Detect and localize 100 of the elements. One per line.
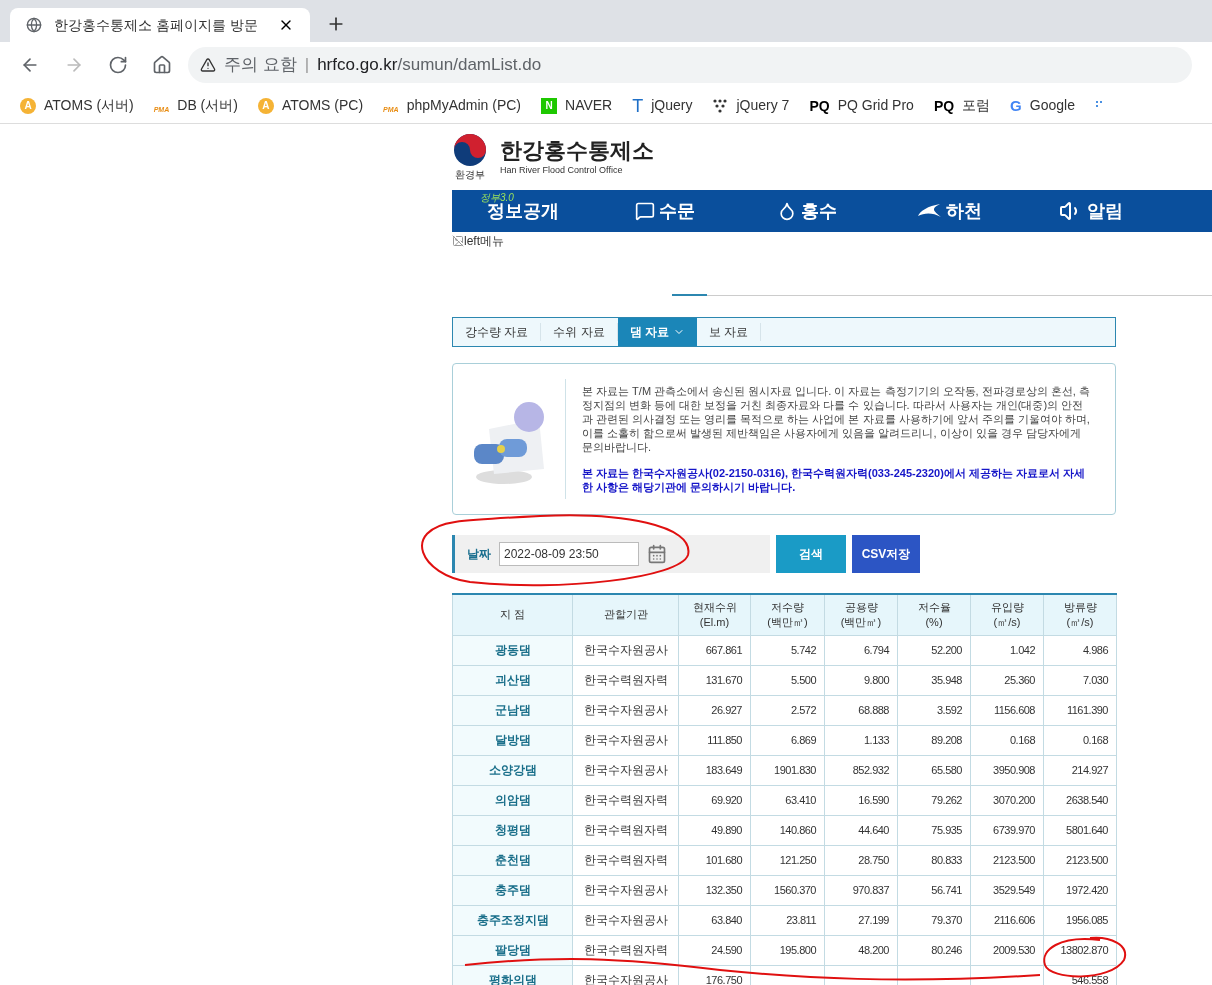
site-title[interactable]: 한강홍수통제소 bbox=[500, 136, 654, 164]
table-cell: 0.168 bbox=[970, 725, 1044, 755]
column-header: 저수량 (백만㎥) bbox=[750, 594, 825, 635]
table-cell: 140.860 bbox=[750, 815, 825, 845]
table-cell: 121.250 bbox=[750, 845, 825, 875]
bookmark-label[interactable]: phpMyAdmin (PC) bbox=[406, 95, 522, 116]
column-header: 방류량 (㎥/s) bbox=[1043, 594, 1117, 635]
dam-name-cell: 달방댐 bbox=[452, 725, 573, 755]
dam-name-cell: 괴산댐 bbox=[452, 665, 573, 695]
globe-icon bbox=[26, 17, 42, 33]
broken-image: left메뉴 bbox=[452, 234, 1212, 248]
table-cell: 26.927 bbox=[678, 695, 751, 725]
table-cell: 1161.390 bbox=[1043, 695, 1117, 725]
address-bar[interactable]: 주의 요함 | hrfco.go.kr/sumun/damList.do bbox=[188, 47, 1192, 83]
table-cell: 214.927 bbox=[1043, 755, 1117, 785]
home-icon[interactable] bbox=[152, 55, 172, 75]
table-cell: 56.741 bbox=[897, 875, 971, 905]
table-cell: 6.794 bbox=[824, 635, 898, 665]
table-cell: 44.640 bbox=[824, 815, 898, 845]
nav-item[interactable]: 하천 bbox=[878, 197, 1020, 225]
csv-button[interactable]: CSV저장 bbox=[852, 535, 920, 573]
table-cell: 한국수력원자력 bbox=[572, 785, 679, 815]
table-cell: 한국수자원공사 bbox=[572, 695, 679, 725]
table-cell: 6.869 bbox=[750, 725, 825, 755]
table-cell: 한국수력원자력 bbox=[572, 935, 679, 965]
table-cell: 69.920 bbox=[678, 785, 751, 815]
bookmark-label[interactable]: Google bbox=[1029, 95, 1075, 116]
table-cell: 23.811 bbox=[750, 905, 825, 935]
bookmark-label[interactable]: DB (서버) bbox=[177, 95, 238, 116]
warning-icon bbox=[200, 57, 216, 73]
table-cell: 63.410 bbox=[750, 785, 825, 815]
sub-tab[interactable]: 보 자료 bbox=[697, 323, 762, 341]
date-field[interactable]: 2022-08-09 23:50 bbox=[499, 542, 639, 566]
bookmark-icon: PQ bbox=[809, 98, 830, 113]
table-cell: 4.986 bbox=[1043, 635, 1117, 665]
table-cell: 3.592 bbox=[897, 695, 971, 725]
table-cell: 2123.500 bbox=[970, 845, 1044, 875]
column-header: 지 점 bbox=[452, 594, 573, 635]
table-cell: 63.840 bbox=[678, 905, 751, 935]
dam-name-cell: 춘천댐 bbox=[452, 845, 573, 875]
table-cell: 35.948 bbox=[897, 665, 971, 695]
table-cell: 5.742 bbox=[750, 635, 825, 665]
table-cell: 79.262 bbox=[897, 785, 971, 815]
browser-tab[interactable]: 한강홍수통제소 홈페이지를 방문 bbox=[10, 8, 310, 42]
tab-title: 한강홍수통제소 홈페이지를 방문 bbox=[54, 15, 259, 35]
bookmark-label[interactable]: jQuery bbox=[651, 95, 693, 116]
table-cell: 2116.606 bbox=[970, 905, 1044, 935]
table-cell: 1901.830 bbox=[750, 755, 825, 785]
table-cell: 2638.540 bbox=[1043, 785, 1117, 815]
column-header: 관할기관 bbox=[572, 594, 679, 635]
bookmark-label[interactable]: NAVER bbox=[565, 95, 613, 116]
table-cell: 101.680 bbox=[678, 845, 751, 875]
table-cell: 한국수력원자력 bbox=[572, 845, 679, 875]
dam-name-cell: 충주조정지댐 bbox=[452, 905, 573, 935]
table-cell: 1.042 bbox=[970, 635, 1044, 665]
dam-name-cell: 광동댐 bbox=[452, 635, 573, 665]
table-cell: 970.837 bbox=[824, 875, 898, 905]
column-header: 현재수위 (El.m) bbox=[678, 594, 751, 635]
table-cell: 852.932 bbox=[824, 755, 898, 785]
date-label: 날짜 bbox=[467, 546, 491, 563]
table-cell: 111.850 bbox=[678, 725, 751, 755]
column-header: 유입량 (㎥/s) bbox=[970, 594, 1044, 635]
bookmark-icon: A bbox=[257, 97, 274, 114]
table-cell: 80.833 bbox=[897, 845, 971, 875]
sub-tab[interactable]: 강수량 자료 bbox=[453, 323, 542, 341]
table-cell: 1156.608 bbox=[970, 695, 1044, 725]
dots-icon bbox=[712, 97, 729, 114]
bookmark-label[interactable]: ATOMS (PC) bbox=[281, 95, 364, 116]
table-cell: 80.246 bbox=[897, 935, 971, 965]
table-cell: 3529.549 bbox=[970, 875, 1044, 905]
emblem-icon bbox=[453, 132, 487, 167]
reload-icon[interactable] bbox=[108, 55, 128, 75]
table-cell: 2123.500 bbox=[1043, 845, 1117, 875]
nav-item[interactable]: 수문 bbox=[594, 197, 736, 225]
table-cell: 7.030 bbox=[1043, 665, 1117, 695]
table-cell: 13802.870 bbox=[1043, 935, 1117, 965]
table-cell: 27.199 bbox=[824, 905, 898, 935]
url-text: hrfco.go.kr/sumun/damList.do bbox=[317, 54, 542, 77]
sub-tab[interactable]: 댐 자료 bbox=[617, 318, 698, 346]
table-cell: 89.208 bbox=[897, 725, 971, 755]
nav-item[interactable]: 알림 bbox=[1020, 197, 1162, 225]
bookmark-label[interactable]: PQ Grid Pro bbox=[837, 95, 914, 116]
calendar-icon[interactable] bbox=[647, 544, 667, 564]
table-cell: 9.800 bbox=[824, 665, 898, 695]
nav-item[interactable]: 홍수 bbox=[736, 197, 878, 225]
bookmark-label[interactable]: 포럼 bbox=[962, 95, 991, 116]
bookmark-label[interactable]: jQuery 7 bbox=[736, 95, 790, 116]
bookmark-icon: A bbox=[20, 97, 36, 114]
table-cell: 48.200 bbox=[824, 935, 898, 965]
wave-icon bbox=[916, 203, 942, 219]
table-cell: 195.800 bbox=[750, 935, 825, 965]
bookmark-icon: G bbox=[1010, 98, 1022, 113]
table-cell: 2.572 bbox=[750, 695, 825, 725]
slogan-label: 정부3.0 bbox=[480, 190, 514, 203]
table-cell: 1972.420 bbox=[1043, 875, 1117, 905]
table-cell: 28.750 bbox=[824, 845, 898, 875]
table-cell: 한국수력원자력 bbox=[572, 815, 679, 845]
table-cell: 2009.530 bbox=[970, 935, 1044, 965]
bookmark-label[interactable]: ATOMS (서버) bbox=[44, 95, 134, 116]
sub-tab[interactable]: 수위 자료 bbox=[541, 323, 618, 341]
